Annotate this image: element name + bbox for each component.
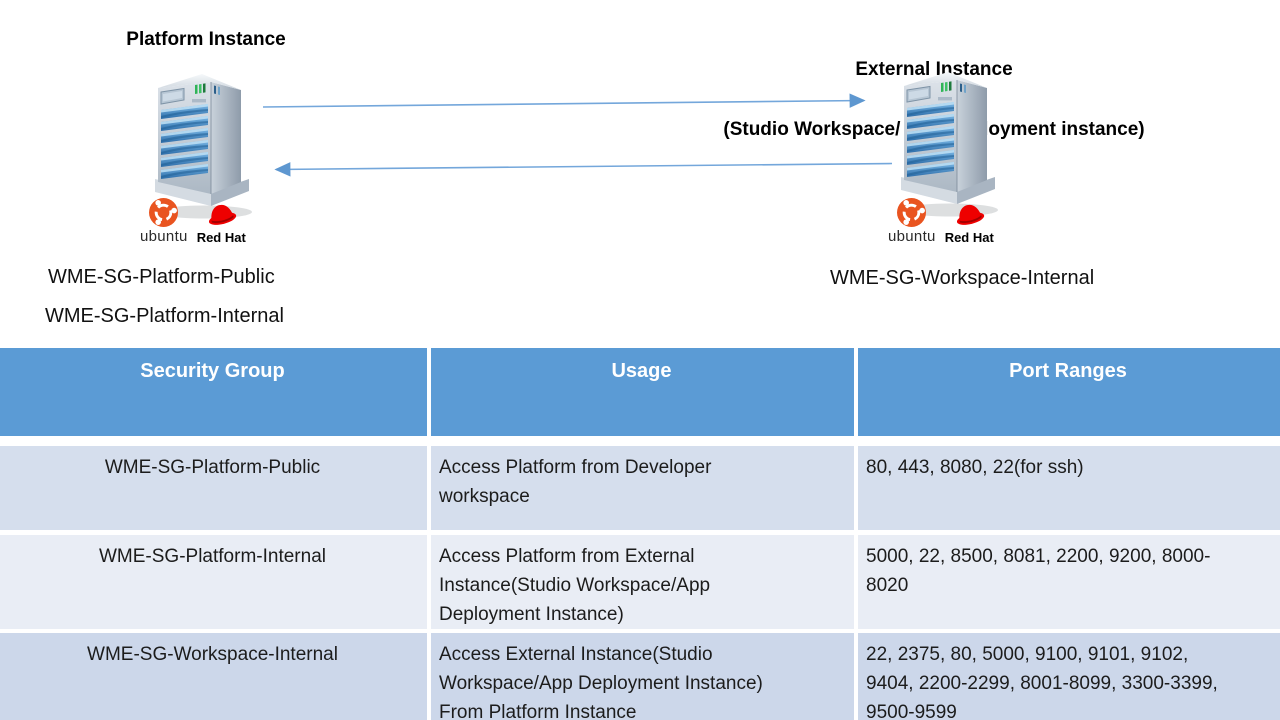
- ubuntu-label: ubuntu: [140, 228, 188, 245]
- instance-diagram: Platform Instance External Instance (Stu…: [0, 0, 1280, 348]
- row1-security-group: WME-SG-Platform-Public: [0, 436, 427, 530]
- arrow-platform-to-external: [263, 101, 864, 108]
- external-os-logos: ubuntu Red Hat: [888, 198, 994, 245]
- row1-port-ranges: 80, 443, 8080, 22(for ssh): [854, 436, 1280, 530]
- ubuntu-logo: ubuntu: [888, 198, 936, 245]
- column-header-port-ranges: Port Ranges: [854, 348, 1280, 436]
- row1-usage: Access Platform from Developer workspace: [427, 436, 854, 530]
- security-groups-table: Security Group Usage Port Ranges WME-SG-…: [0, 348, 1280, 720]
- external-server-icon: [896, 68, 1000, 218]
- row3-security-group: WME-SG-Workspace-Internal: [0, 629, 427, 720]
- column-header-security-group: Security Group: [0, 348, 427, 436]
- label-platform-internal-sg: WME-SG-Platform-Internal: [45, 305, 284, 328]
- row3-usage: Access External Instance(Studio Workspac…: [427, 629, 854, 720]
- redhat-label: Red Hat: [197, 230, 246, 245]
- platform-os-logos: ubuntu Red Hat: [140, 198, 246, 245]
- architecture-slide: Platform Instance External Instance (Stu…: [0, 0, 1280, 720]
- redhat-logo: Red Hat: [945, 201, 994, 245]
- column-header-usage: Usage: [427, 348, 854, 436]
- arrow-external-to-platform: [276, 164, 892, 170]
- redhat-label: Red Hat: [945, 230, 994, 245]
- row2-usage: Access Platform from External Instance(S…: [427, 530, 854, 629]
- ubuntu-icon: [149, 198, 178, 227]
- ubuntu-logo: ubuntu: [140, 198, 188, 245]
- label-workspace-internal-sg: WME-SG-Workspace-Internal: [830, 267, 1094, 290]
- row2-security-group: WME-SG-Platform-Internal: [0, 530, 427, 629]
- ubuntu-icon: [897, 198, 926, 227]
- redhat-fedora-icon: [205, 201, 238, 228]
- label-platform-public-sg: WME-SG-Platform-Public: [48, 266, 275, 289]
- redhat-logo: Red Hat: [197, 201, 246, 245]
- ubuntu-label: ubuntu: [888, 228, 936, 245]
- redhat-fedora-icon: [953, 201, 986, 228]
- row3-port-ranges: 22, 2375, 80, 5000, 9100, 9101, 9102, 94…: [854, 629, 1280, 720]
- row2-port-ranges: 5000, 22, 8500, 8081, 2200, 9200, 8000- …: [854, 530, 1280, 629]
